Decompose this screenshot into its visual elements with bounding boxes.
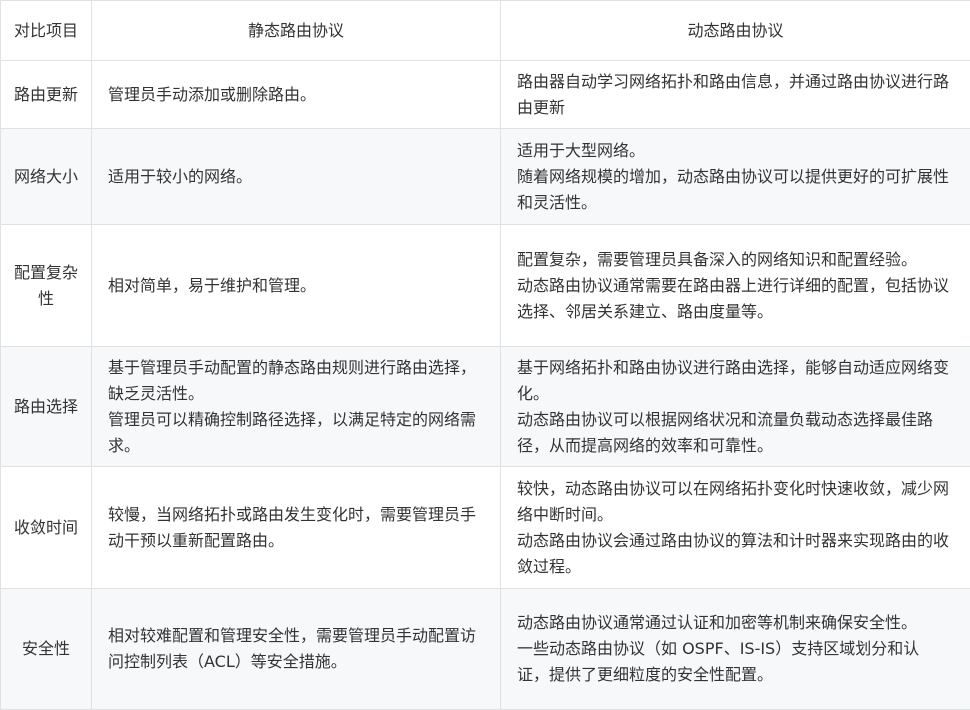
table-row: 安全性 相对较难配置和管理安全性，需要管理员手动配置访问控制列表（ACL）等安全… xyxy=(1,589,970,710)
cell-text: 动态路由协议通常通过认证和加密等机制来确保安全性。 xyxy=(517,610,950,636)
table-row: 网络大小 适用于较小的网络。 适用于大型网络。 随着网络规模的增加，动态路由协议… xyxy=(1,129,970,225)
table-header-row: 对比项目 静态路由协议 动态路由协议 xyxy=(1,1,970,61)
header-static: 静态路由协议 xyxy=(92,1,501,61)
table-row: 收敛时间 较慢，当网络拓扑或路由发生变化时，需要管理员手动干预以重新配置路由。 … xyxy=(1,467,970,589)
static-cell: 相对简单，易于维护和管理。 xyxy=(92,225,501,347)
cell-text: 管理员可以精确控制路径选择，以满足特定的网络需求。 xyxy=(108,407,484,459)
cell-text: 适用于较小的网络。 xyxy=(108,164,484,190)
dynamic-cell: 路由器自动学习网络拓扑和路由信息，并通过路由协议进行路由更新 xyxy=(501,61,970,129)
table-row: 配置复杂性 相对简单，易于维护和管理。 配置复杂，需要管理员具备深入的网络知识和… xyxy=(1,225,970,347)
static-cell: 适用于较小的网络。 xyxy=(92,129,501,225)
cell-text: 管理员手动添加或删除路由。 xyxy=(108,82,484,108)
comparison-table: 对比项目 静态路由协议 动态路由协议 路由更新 管理员手动添加或删除路由。 路由… xyxy=(0,0,970,710)
dynamic-cell: 较快，动态路由协议可以在网络拓扑变化时快速收敛，减少网络中断时间。 动态路由协议… xyxy=(501,467,970,589)
cell-text: 适用于大型网络。 xyxy=(517,138,950,164)
dynamic-cell: 适用于大型网络。 随着网络规模的增加，动态路由协议可以提供更好的可扩展性和灵活性… xyxy=(501,129,970,225)
row-item-label: 路由选择 xyxy=(1,347,92,467)
row-item-label: 收敛时间 xyxy=(1,467,92,589)
cell-text: 较慢，当网络拓扑或路由发生变化时，需要管理员手动干预以重新配置路由。 xyxy=(108,502,484,554)
static-cell: 基于管理员手动配置的静态路由规则进行路由选择，缺乏灵活性。 管理员可以精确控制路… xyxy=(92,347,501,467)
cell-text: 基于网络拓扑和路由协议进行路由选择，能够自动适应网络变化。 xyxy=(517,355,950,407)
cell-text: 动态路由协议通常需要在路由器上进行详细的配置，包括协议选择、邻居关系建立、路由度… xyxy=(517,273,950,325)
dynamic-cell: 配置复杂，需要管理员具备深入的网络知识和配置经验。 动态路由协议通常需要在路由器… xyxy=(501,225,970,347)
cell-text: 较快，动态路由协议可以在网络拓扑变化时快速收敛，减少网络中断时间。 xyxy=(517,476,950,528)
cell-text: 基于管理员手动配置的静态路由规则进行路由选择，缺乏灵活性。 xyxy=(108,355,484,407)
static-cell: 相对较难配置和管理安全性，需要管理员手动配置访问控制列表（ACL）等安全措施。 xyxy=(92,589,501,710)
row-item-label: 路由更新 xyxy=(1,61,92,129)
cell-text: 一些动态路由协议（如 OSPF、IS-IS）支持区域划分和认证，提供了更细粒度的… xyxy=(517,636,950,688)
cell-text: 相对较难配置和管理安全性，需要管理员手动配置访问控制列表（ACL）等安全措施。 xyxy=(108,623,484,675)
cell-text: 动态路由协议可以根据网络状况和流量负载动态选择最佳路径，从而提高网络的效率和可靠… xyxy=(517,407,950,459)
dynamic-cell: 动态路由协议通常通过认证和加密等机制来确保安全性。 一些动态路由协议（如 OSP… xyxy=(501,589,970,710)
cell-text: 路由器自动学习网络拓扑和路由信息，并通过路由协议进行路由更新 xyxy=(517,69,950,121)
static-cell: 管理员手动添加或删除路由。 xyxy=(92,61,501,129)
cell-text: 随着网络规模的增加，动态路由协议可以提供更好的可扩展性和灵活性。 xyxy=(517,164,950,216)
header-item: 对比项目 xyxy=(1,1,92,61)
row-item-label: 安全性 xyxy=(1,589,92,710)
cell-text: 配置复杂，需要管理员具备深入的网络知识和配置经验。 xyxy=(517,247,950,273)
row-item-label: 网络大小 xyxy=(1,129,92,225)
cell-text: 动态路由协议会通过路由协议的算法和计时器来实现路由的收敛过程。 xyxy=(517,528,950,580)
table-row: 路由选择 基于管理员手动配置的静态路由规则进行路由选择，缺乏灵活性。 管理员可以… xyxy=(1,347,970,467)
row-item-label: 配置复杂性 xyxy=(1,225,92,347)
dynamic-cell: 基于网络拓扑和路由协议进行路由选择，能够自动适应网络变化。 动态路由协议可以根据… xyxy=(501,347,970,467)
static-cell: 较慢，当网络拓扑或路由发生变化时，需要管理员手动干预以重新配置路由。 xyxy=(92,467,501,589)
header-dynamic: 动态路由协议 xyxy=(501,1,970,61)
table-row: 路由更新 管理员手动添加或删除路由。 路由器自动学习网络拓扑和路由信息，并通过路… xyxy=(1,61,970,129)
cell-text: 相对简单，易于维护和管理。 xyxy=(108,273,484,299)
